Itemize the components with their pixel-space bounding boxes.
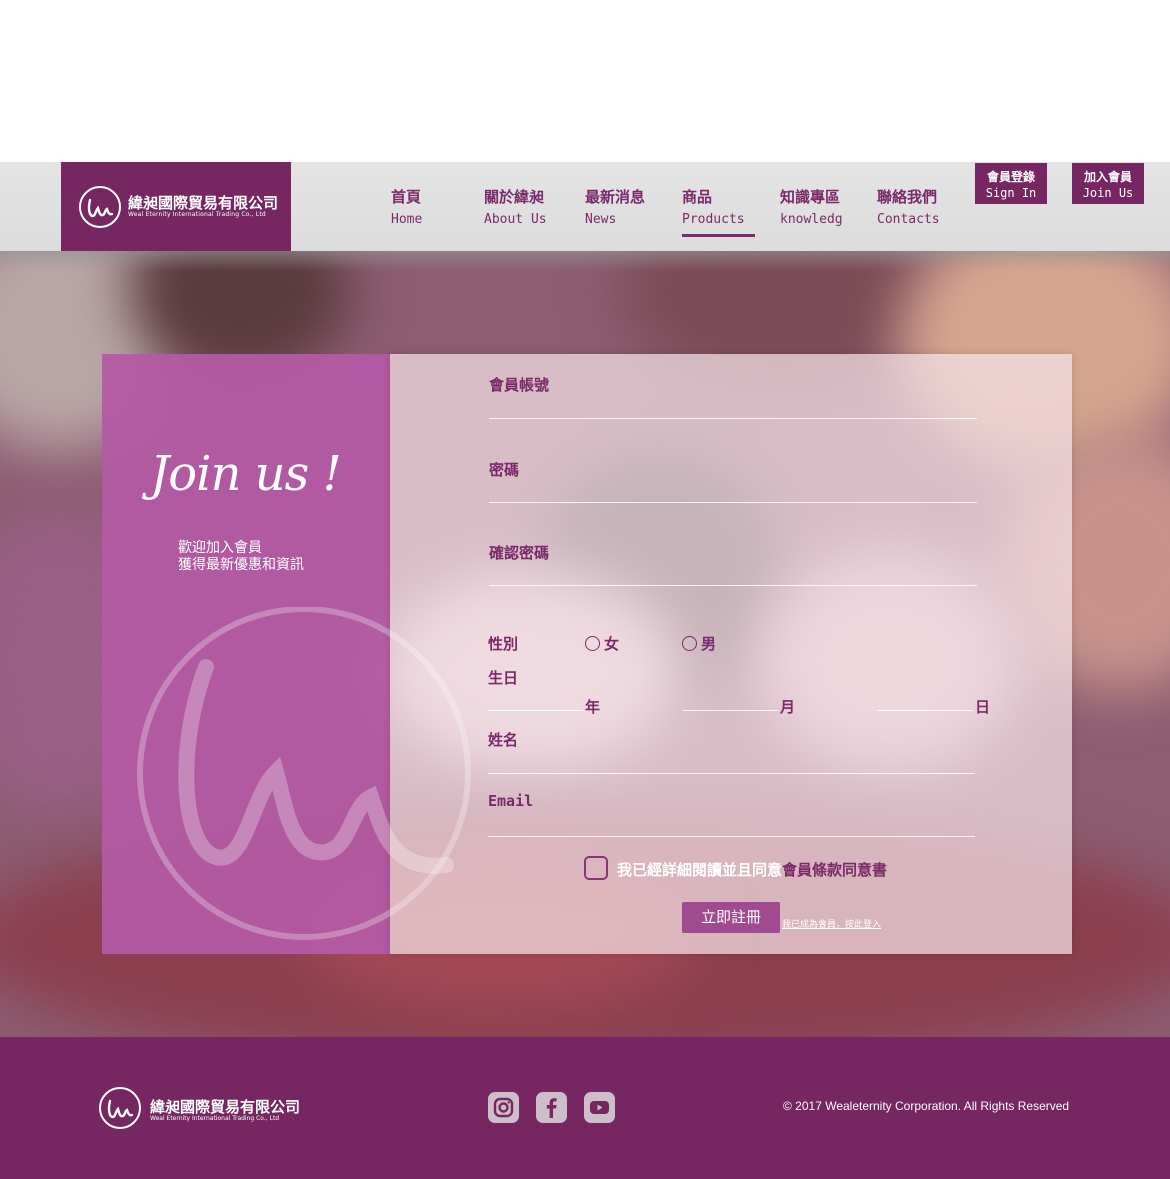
join-title: Join us ! xyxy=(150,446,342,502)
account-input[interactable] xyxy=(489,418,977,419)
signin-button[interactable]: 會員登錄 Sign In xyxy=(975,163,1047,204)
welcome-line-1: 歡迎加入會員 xyxy=(178,540,262,556)
instagram-icon[interactable] xyxy=(488,1092,519,1123)
confirm-password-input[interactable] xyxy=(489,585,977,586)
birth-month-input[interactable] xyxy=(683,710,778,711)
signin-label-zh: 會員登錄 xyxy=(986,170,1035,184)
year-unit: 年 xyxy=(585,698,601,716)
name-input[interactable] xyxy=(488,773,975,774)
nav-products[interactable]: 商品 Products xyxy=(682,186,755,237)
register-submit-button[interactable]: 立即註冊 xyxy=(682,902,780,933)
nav-contacts-en: Contacts xyxy=(877,212,940,227)
nav-home[interactable]: 首頁 Home xyxy=(391,186,422,234)
agree-checkbox[interactable] xyxy=(584,856,608,880)
nav-home-zh: 首頁 xyxy=(391,188,422,206)
footer-brand-tagline: Weal Eternity International Trading Co.,… xyxy=(150,1115,280,1122)
copyright-text: © 2017 Wealeternity Corporation. All Rig… xyxy=(783,1099,1070,1113)
gender-label: 性別 xyxy=(488,635,519,653)
welcome-text: 歡迎加入會員 獲得最新優惠和資訊 xyxy=(178,540,304,574)
nav-home-en: Home xyxy=(391,212,423,227)
gender-male-radio[interactable]: 男 xyxy=(682,633,716,654)
brand-name: 緯昶國際貿易有限公司 xyxy=(128,194,279,212)
day-unit: 日 xyxy=(975,698,991,716)
password-input[interactable] xyxy=(489,502,977,503)
radio-circle-icon xyxy=(682,636,697,651)
birth-day-input[interactable] xyxy=(877,710,973,711)
join-label-zh: 加入會員 xyxy=(1083,170,1132,184)
nav-products-en: Products xyxy=(682,212,745,227)
nav-knowledge[interactable]: 知識專區 knowledg xyxy=(780,186,843,234)
footer-brand-name: 緯昶國際貿易有限公司 xyxy=(150,1098,301,1116)
nav-about-zh: 關於緯昶 xyxy=(484,188,545,206)
site-header: 緯昶國際貿易有限公司 Weal Eternity International T… xyxy=(0,162,1170,251)
nav-contacts[interactable]: 聯絡我們 Contacts xyxy=(877,186,940,234)
gender-female-radio[interactable]: 女 xyxy=(585,633,619,654)
terms-link[interactable]: 會員條款同意書 xyxy=(782,861,887,879)
nav-about-en: About Us xyxy=(484,212,547,227)
nav-news[interactable]: 最新消息 News xyxy=(585,186,645,234)
confirm-password-label: 確認密碼 xyxy=(489,544,550,562)
birthday-label: 生日 xyxy=(488,669,519,687)
logo-mark-icon xyxy=(79,186,121,228)
youtube-icon[interactable] xyxy=(584,1092,615,1123)
facebook-icon[interactable] xyxy=(536,1092,567,1123)
watermark-logo-icon xyxy=(136,606,476,951)
nav-knowledge-zh: 知識專區 xyxy=(780,188,841,206)
nav-contacts-zh: 聯絡我們 xyxy=(877,188,938,206)
nav-news-en: News xyxy=(585,212,617,227)
agree-statement: 我已經詳細閱讀並且同意會員條款同意書 xyxy=(617,859,887,880)
birth-year-input[interactable] xyxy=(488,710,583,711)
account-label: 會員帳號 xyxy=(489,376,550,394)
welcome-line-2: 獲得最新優惠和資訊 xyxy=(178,557,304,573)
nav-knowledge-en: knowledg xyxy=(780,212,843,227)
site-footer: 緯昶國際貿易有限公司 Weal Eternity International T… xyxy=(0,1037,1170,1179)
brand-logo[interactable]: 緯昶國際貿易有限公司 Weal Eternity International T… xyxy=(61,162,291,251)
brand-tagline: Weal Eternity International Trading Co.,… xyxy=(128,211,266,218)
password-label: 密碼 xyxy=(489,461,520,479)
agree-text: 我已經詳細閱讀並且同意 xyxy=(617,861,783,879)
signin-label-en: Sign In xyxy=(985,186,1037,200)
join-label-en: Join Us xyxy=(1082,186,1134,200)
radio-circle-icon xyxy=(585,636,600,651)
already-member-login-link[interactable]: 我已成為會員，按此登入 xyxy=(782,917,881,930)
footer-logo-icon[interactable] xyxy=(99,1087,141,1129)
email-input[interactable] xyxy=(488,836,975,837)
nav-about[interactable]: 關於緯昶 About Us xyxy=(484,186,547,234)
nav-products-zh: 商品 xyxy=(682,188,713,206)
email-label: Email xyxy=(488,792,534,810)
gender-female-label: 女 xyxy=(604,635,620,653)
month-unit: 月 xyxy=(780,698,796,716)
nav-news-zh: 最新消息 xyxy=(585,188,646,206)
join-button[interactable]: 加入會員 Join Us xyxy=(1072,163,1144,204)
gender-male-label: 男 xyxy=(701,635,717,653)
name-label: 姓名 xyxy=(488,731,519,749)
